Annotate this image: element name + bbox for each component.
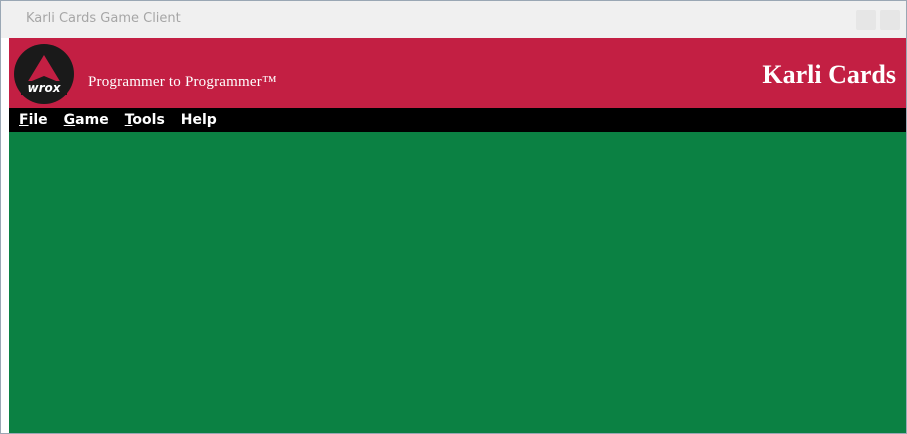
tagline: Programmer to Programmer™ [88, 74, 277, 90]
caption-buttons [856, 10, 900, 30]
menu-bar: File Game Tools Help [9, 108, 906, 132]
header-banner: wrox Programmer to Programmer™ Karli Car… [9, 38, 906, 108]
menu-game[interactable]: Game [64, 112, 109, 128]
wrox-logo-icon: wrox [14, 44, 74, 104]
menu-tools-label: ools [132, 112, 165, 128]
menu-file-label: ile [28, 112, 48, 128]
title-bar[interactable]: Karli Cards Game Client [1, 1, 906, 38]
menu-help-label: Help [180, 112, 217, 128]
close-button[interactable] [880, 10, 900, 30]
app-window: Karli Cards Game Client wrox Programmer … [0, 0, 907, 434]
menu-help[interactable]: Help [181, 112, 217, 128]
minimize-button[interactable] [856, 10, 876, 30]
app-title: Karli Cards [762, 60, 896, 89]
menu-game-accesskey: G [63, 112, 76, 128]
logo-text: wrox [28, 81, 62, 95]
menu-game-label: ame [75, 112, 109, 128]
window-title: Karli Cards Game Client [26, 11, 181, 26]
game-table-area[interactable] [9, 132, 906, 433]
menu-file[interactable]: File [19, 112, 48, 128]
menu-file-accesskey: F [19, 112, 29, 128]
menu-tools[interactable]: Tools [125, 112, 165, 128]
